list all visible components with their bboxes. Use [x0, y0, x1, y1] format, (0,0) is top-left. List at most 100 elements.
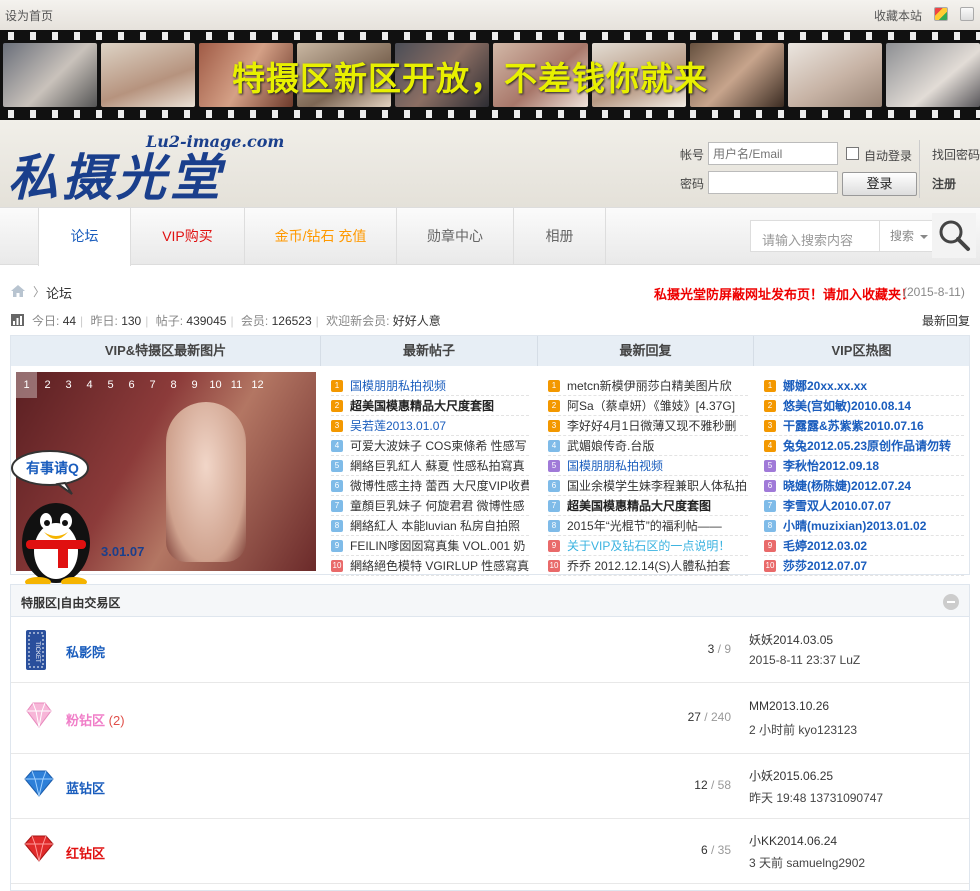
thread-link[interactable]: 阿Sa（蔡卓妍）《雏妓》[4.37G] [567, 396, 735, 415]
set-home-link[interactable]: 设为首页 [5, 7, 53, 24]
slideshow-caption[interactable]: 3.01.07 [101, 544, 144, 559]
notice-link[interactable]: 私摄光堂防屏蔽网址发布页！请加入收藏夹！ [654, 284, 914, 303]
thread-link[interactable]: 乔乔 2012.12.14(S)人體私拍套 [567, 556, 730, 575]
last-post-title[interactable]: 小妖2015.06.25 [749, 767, 833, 784]
forum-name[interactable]: 私影院 [66, 642, 105, 661]
thread-link[interactable]: 童顏巨乳妹子 何旋君君 微博性感 [350, 496, 525, 515]
latest-reply-link[interactable]: 最新回复 [922, 312, 970, 329]
password-input[interactable] [708, 171, 838, 194]
nav-tab-label: 金币/钻石 充值 [274, 228, 367, 244]
thread-link[interactable]: 关于VIP及钻石区的一点说明！ [567, 536, 730, 555]
thread-link[interactable]: 微博性感主持 蕾西 大尺度VIP收費 [350, 476, 529, 495]
slide-number[interactable]: 7 [142, 372, 163, 398]
last-post-meta[interactable]: 2015-8-11 23:37 LuZ [749, 653, 860, 667]
rank-badge: 6 [764, 480, 776, 492]
thread-link[interactable]: 吴若莲2013.01.07 [350, 416, 446, 435]
thread-link[interactable]: 晓婕(杨陈婕)2012.07.24 [783, 476, 911, 495]
forum-name[interactable]: 蓝钻区 [66, 778, 105, 797]
register-link[interactable]: 注册 [932, 175, 956, 192]
theme-color-icon[interactable] [934, 7, 948, 21]
list-item: 9 毛婷2012.03.02 [764, 536, 964, 556]
thread-link[interactable]: 李雪双人2010.07.07 [783, 496, 891, 515]
slide-number[interactable]: 9 [184, 372, 205, 398]
thread-link[interactable]: 莎莎2012.07.07 [783, 556, 867, 575]
nav-tab-album[interactable]: 相册 [514, 208, 606, 265]
thread-link[interactable]: 国模朋朋私拍视频 [567, 456, 663, 475]
nav-tab-vip[interactable]: VIP购买 [131, 208, 245, 265]
search-type-select[interactable]: 搜索 [879, 221, 933, 251]
search-input[interactable]: 请输入搜索内容 [762, 230, 853, 249]
thread-link[interactable]: 小晴(muzixian)2013.01.02 [783, 516, 926, 535]
blue-diamond-icon[interactable] [23, 766, 55, 806]
last-post-title[interactable]: 妖妖2014.03.05 [749, 631, 833, 648]
slide-number[interactable]: 2 [37, 372, 58, 398]
add-favorite-link[interactable]: 收藏本站 [874, 7, 922, 24]
slide-number[interactable]: 5 [100, 372, 121, 398]
slide-number[interactable]: 12 [247, 372, 268, 398]
thread-link[interactable]: FEILIN嗲囡囡寫真集 VOL.001 奶 [350, 536, 525, 555]
ticket-icon[interactable]: TICKET [23, 630, 55, 670]
red-diamond-icon[interactable] [23, 831, 55, 871]
thread-link[interactable]: 超美国模惠精品大尺度套图 [350, 396, 494, 415]
film-strip-banner[interactable]: 特摄区新区开放，不差钱你就来 [0, 30, 980, 120]
thread-link[interactable]: 毛婷2012.03.02 [783, 536, 867, 555]
newest-member-link[interactable]: 好好人意 [393, 314, 441, 328]
forum-name[interactable]: 粉钻区 (2) [66, 710, 125, 729]
thread-count: 6 [700, 843, 708, 857]
thread-link[interactable]: 超美国模惠精品大尺度套图 [567, 496, 711, 515]
thread-link[interactable]: 娜娜20xx.xx.xx [783, 376, 867, 395]
forum-section-title[interactable]: 特服区|自由交易区 [21, 594, 120, 611]
thread-link[interactable]: 網絡巨乳紅人 蘇夏 性感私拍寫真 [350, 456, 525, 475]
nav-tab-recharge[interactable]: 金币/钻石 充值 [245, 208, 397, 265]
thread-link[interactable]: 干露露&苏紫紫2010.07.16 [783, 416, 924, 435]
last-post-meta[interactable]: 2 小时前 kyo123123 [749, 721, 857, 738]
search-icon[interactable] [932, 213, 976, 258]
nav-tab-medals[interactable]: 勋章中心 [397, 208, 514, 265]
thread-link[interactable]: 2015年“光棍节”的福利帖—— [567, 516, 722, 535]
column-header-latest-posts: 最新帖子 [321, 336, 538, 366]
slide-number[interactable]: 8 [163, 372, 184, 398]
thread-link[interactable]: 李秋怡2012.09.18 [783, 456, 879, 475]
forum-name[interactable]: 红钻区 [66, 843, 105, 862]
list-item: 5 李秋怡2012.09.18 [764, 456, 964, 476]
latest-posts-list: 1 国模朋朋私拍视频 2 超美国模惠精品大尺度套图 3 吴若莲2013.01.07 4 可爱大… [331, 376, 529, 576]
nav-tab-label: 相册 [545, 228, 574, 244]
rank-badge: 9 [764, 540, 776, 552]
auto-login-checkbox[interactable] [846, 147, 859, 160]
thread-link[interactable]: 李好好4月1日微薄又现不雅秒删 [567, 416, 736, 435]
thread-link[interactable]: 国业余模学生妹李程兼职人体私拍 [567, 476, 747, 495]
last-post-meta[interactable]: 昨天 19:48 13731090747 [749, 789, 883, 806]
slide-number[interactable]: 6 [121, 372, 142, 398]
thread-link[interactable]: 武媚娘传奇.台版 [567, 436, 654, 455]
rank-badge: 3 [331, 420, 343, 432]
slide-number[interactable]: 10 [205, 372, 226, 398]
thread-link[interactable]: 網絡絕色模特 VGIRLUP 性感寫真 [350, 556, 529, 575]
notice-date: (2015-8-11) [903, 285, 965, 299]
auto-login-label[interactable]: 自动登录 [864, 147, 912, 164]
thread-link[interactable]: 網絡紅人 本能luvian 私房自拍照 [350, 516, 520, 535]
breadcrumb-current[interactable]: 论坛 [46, 283, 72, 302]
thread-link[interactable]: 可爱大波妹子 COS柬條希 性感写 [350, 436, 527, 455]
site-logo[interactable]: 私摄光堂 Lu2-image.com [8, 128, 284, 207]
login-button[interactable]: 登录 [842, 172, 917, 196]
home-icon[interactable] [11, 285, 25, 297]
slide-number[interactable]: 1 [16, 372, 37, 398]
thread-link[interactable]: metcn新模伊丽莎白精美图片欣 [567, 376, 732, 395]
last-post-meta[interactable]: 3 天前 samuelng2902 [749, 854, 865, 871]
search-box[interactable]: 请输入搜索内容 搜索 [750, 220, 933, 252]
account-input[interactable] [708, 142, 838, 165]
slide-number[interactable]: 4 [79, 372, 100, 398]
thread-link[interactable]: 悠美(宫如敏)2010.08.14 [783, 396, 911, 415]
recover-password-link[interactable]: 找回密码 [932, 146, 980, 163]
slide-number[interactable]: 11 [226, 372, 247, 398]
rank-badge: 6 [548, 480, 560, 492]
pink-diamond-icon[interactable] [23, 697, 55, 737]
window-icon[interactable] [960, 7, 974, 21]
thread-link[interactable]: 国模朋朋私拍视频 [350, 376, 446, 395]
last-post-title[interactable]: MM2013.10.26 [749, 699, 829, 713]
nav-tab-forum[interactable]: 论坛 [38, 208, 131, 266]
thread-link[interactable]: 兔兔2012.05.23原创作品请勿转 [783, 436, 951, 455]
slide-number[interactable]: 3 [58, 372, 79, 398]
collapse-icon[interactable] [943, 594, 959, 610]
last-post-title[interactable]: 小KK2014.06.24 [749, 832, 837, 849]
